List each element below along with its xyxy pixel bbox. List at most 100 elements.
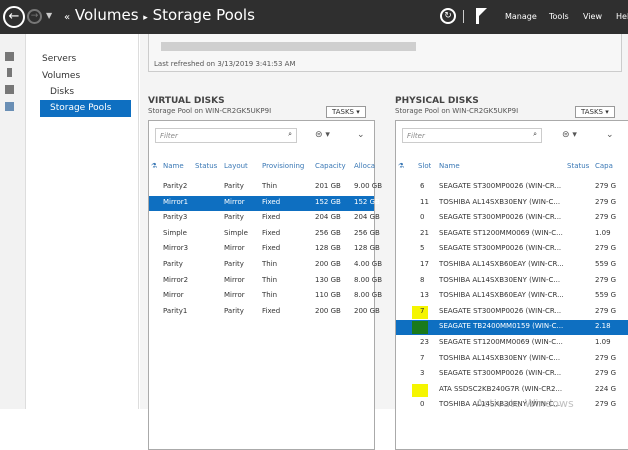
nav-disks[interactable]: Disks bbox=[50, 87, 74, 97]
table-cell: SEAGATE ST300MP0026 (WIN-CR... bbox=[439, 306, 562, 315]
nav-servers[interactable]: Servers bbox=[42, 54, 76, 64]
filter-input[interactable]: Filter ⌕ bbox=[402, 128, 542, 143]
table-cell: 200 GB bbox=[354, 306, 380, 315]
history-dropdown-icon[interactable]: ▼ bbox=[46, 11, 52, 20]
table-row[interactable]: Parity Parity Thin 200 GB 4.00 GB bbox=[149, 258, 382, 273]
table-row[interactable]: Parity1 Parity Fixed 200 GB 200 GB bbox=[149, 305, 380, 320]
table-cell: 204 GB bbox=[354, 213, 380, 222]
table-cell: 279 G bbox=[595, 400, 617, 409]
back-button[interactable]: ← bbox=[3, 6, 25, 28]
table-row[interactable]: SEAGATE TB2400MM0159 (WIN-C... 2.18 bbox=[396, 320, 628, 336]
tasks-label: TASKS bbox=[581, 108, 603, 116]
column-header[interactable]: Status bbox=[195, 162, 217, 170]
menu-help[interactable]: Help bbox=[616, 12, 628, 21]
table-cell: 279 G bbox=[595, 306, 617, 315]
table-row[interactable]: Mirror1 Mirror Fixed 152 GB 152 GB bbox=[149, 195, 380, 211]
table-cell: Parity3 bbox=[163, 213, 188, 222]
table-row[interactable]: 3 SEAGATE ST300MP0026 (WIN-CR... 279 G bbox=[396, 367, 628, 382]
file-storage-icon[interactable] bbox=[5, 102, 14, 111]
menu-manage[interactable]: Manage bbox=[505, 12, 537, 21]
column-header[interactable]: Capacity bbox=[315, 162, 346, 170]
virtual-disks-table: Filter ⌕ ⊜ ▾ ⌄ ⚗ Name Status Layout Provision… bbox=[148, 120, 382, 450]
table-row[interactable]: 6 SEAGATE ST300MP0026 (WIN-CR... 279 G bbox=[396, 180, 628, 195]
filter-input[interactable]: Filter ⌕ bbox=[155, 128, 297, 143]
table-cell: 256 GB bbox=[315, 228, 341, 237]
nav-storage-pools[interactable]: Storage Pools bbox=[40, 100, 131, 117]
breadcrumb-back-icon[interactable]: « bbox=[64, 12, 70, 23]
menu-view[interactable]: View bbox=[583, 12, 602, 21]
local-server-icon[interactable] bbox=[7, 68, 12, 77]
column-header[interactable]: Slot bbox=[418, 162, 431, 170]
table-row[interactable]: 7 TOSHIBA AL14SXB30ENY (WIN-C... 279 G bbox=[396, 352, 628, 367]
table-row[interactable]: 0 SEAGATE ST300MP0026 (WIN-CR... 279 G bbox=[396, 211, 628, 226]
table-row[interactable]: 11 TOSHIBA AL14SXB30ENY (WIN-C... 279 G bbox=[396, 196, 628, 211]
table-row[interactable]: Parity3 Parity Fixed 204 GB 204 GB bbox=[149, 211, 380, 226]
sort-icon[interactable]: ⚗ bbox=[151, 162, 157, 170]
virtual-disks-section: VIRTUAL DISKS Storage Pool on WIN-CR2GK5… bbox=[148, 96, 382, 450]
table-cell: 6 bbox=[420, 182, 425, 190]
tasks-button[interactable]: TASKS ▾ bbox=[575, 106, 615, 118]
nav-volumes[interactable]: Volumes bbox=[42, 71, 80, 81]
table-row[interactable]: 21 SEAGATE ST1200MM0069 (WIN-C... 1.09 bbox=[396, 227, 628, 242]
menu-tools[interactable]: Tools bbox=[549, 12, 569, 21]
column-header[interactable]: Provisioning bbox=[262, 162, 304, 170]
table-cell: SEAGATE ST300MP0026 (WIN-CR... bbox=[439, 182, 562, 190]
column-header[interactable]: Alloca bbox=[354, 162, 375, 170]
table-cell: Thin bbox=[262, 182, 278, 190]
table-cell: Parity bbox=[224, 306, 244, 315]
table-cell: 13 bbox=[420, 291, 429, 300]
table-cell: Parity bbox=[224, 182, 244, 190]
table-cell: Mirror bbox=[224, 197, 245, 206]
forward-button[interactable]: → bbox=[27, 9, 42, 24]
table-cell: Mirror bbox=[163, 291, 184, 300]
table-cell: TOSHIBA AL14SXB30ENY (WIN-C... bbox=[439, 275, 561, 284]
table-row[interactable]: 23 SEAGATE ST1200MM0069 (WIN-C... 1.09 bbox=[396, 336, 628, 351]
table-row[interactable]: 17 TOSHIBA AL14SXB60EAY (WIN-CR... 559 G bbox=[396, 258, 628, 273]
column-header[interactable]: Capa bbox=[595, 162, 613, 170]
sort-icon[interactable]: ⚗ bbox=[398, 162, 404, 170]
search-icon[interactable]: ⌕ bbox=[533, 130, 537, 139]
list-options-icon[interactable]: ⊜ ▾ bbox=[315, 130, 330, 140]
all-servers-icon[interactable] bbox=[5, 85, 14, 94]
table-cell: ATA SSDSC2KB240G7R (WIN-CR2... bbox=[439, 384, 563, 393]
divider bbox=[463, 10, 464, 23]
dashboard-icon[interactable] bbox=[5, 52, 14, 61]
section-title: PHYSICAL DISKS bbox=[395, 96, 479, 106]
table-cell: 152 GB bbox=[354, 197, 380, 206]
table-row[interactable]: 8 TOSHIBA AL14SXB30ENY (WIN-C... 279 G bbox=[396, 274, 628, 289]
table-row[interactable]: Mirror3 Mirror Fixed 128 GB 128 GB bbox=[149, 242, 380, 257]
table-cell: 204 GB bbox=[315, 213, 341, 222]
table-row[interactable]: Mirror2 Mirror Thin 130 GB 8.00 GB bbox=[149, 274, 382, 289]
list-options-icon[interactable]: ⊜ ▾ bbox=[562, 130, 577, 140]
expand-icon[interactable]: ⌄ bbox=[357, 130, 365, 140]
table-cell: TOSHIBA AL14SXB60EAY (WIN-CR... bbox=[439, 260, 564, 268]
column-header[interactable]: Name bbox=[163, 162, 184, 170]
breadcrumb-separator-icon: ▸ bbox=[143, 13, 148, 23]
table-cell: Mirror bbox=[224, 291, 245, 300]
table-row[interactable]: 7 SEAGATE ST300MP0026 (WIN-CR... 279 G bbox=[396, 305, 628, 320]
tasks-button[interactable]: TASKS ▾ bbox=[326, 106, 366, 118]
breadcrumb-volumes[interactable]: Volumes bbox=[75, 6, 139, 24]
table-header: ⚗ Name Status Layout Provisioning Capacity All… bbox=[149, 160, 375, 174]
table-row[interactable]: 13 TOSHIBA AL14SXB60EAY (WIN-CR... 559 G bbox=[396, 289, 628, 304]
table-row[interactable]: 5 SEAGATE ST300MP0026 (WIN-CR... 279 G bbox=[396, 242, 628, 257]
table-cell: Mirror3 bbox=[163, 244, 189, 253]
table-row[interactable]: Parity2 Parity Thin 201 GB 9.00 GB bbox=[149, 180, 382, 195]
column-header[interactable]: Name bbox=[439, 162, 460, 170]
column-header[interactable]: Layout bbox=[224, 162, 248, 170]
table-row[interactable]: Mirror Mirror Thin 110 GB 8.00 GB bbox=[149, 289, 382, 304]
table-row[interactable]: Simple Simple Fixed 256 GB 256 GB bbox=[149, 227, 380, 242]
refresh-button[interactable]: ↻ bbox=[440, 8, 456, 24]
highlight-marker bbox=[412, 383, 428, 397]
search-icon[interactable]: ⌕ bbox=[288, 130, 292, 139]
table-cell: SEAGATE ST1200MM0069 (WIN-C... bbox=[439, 338, 563, 346]
expand-icon[interactable]: ⌄ bbox=[606, 130, 614, 140]
table-cell: 279 G bbox=[595, 353, 617, 362]
table-cell: 200 GB bbox=[315, 260, 341, 268]
horizontal-scrollbar[interactable] bbox=[161, 42, 416, 51]
table-cell: Fixed bbox=[262, 213, 281, 222]
physical-disks-table: Filter ⌕ ⊜ ▾ ⌄ ⚗ Slot Name Status Capa 6 SEAGA… bbox=[395, 120, 628, 450]
column-header[interactable]: Status bbox=[567, 162, 589, 170]
table-row[interactable]: ATA SSDSC2KB240G7R (WIN-CR2... 224 G bbox=[396, 383, 628, 398]
table-cell: 1.09 bbox=[595, 338, 611, 346]
